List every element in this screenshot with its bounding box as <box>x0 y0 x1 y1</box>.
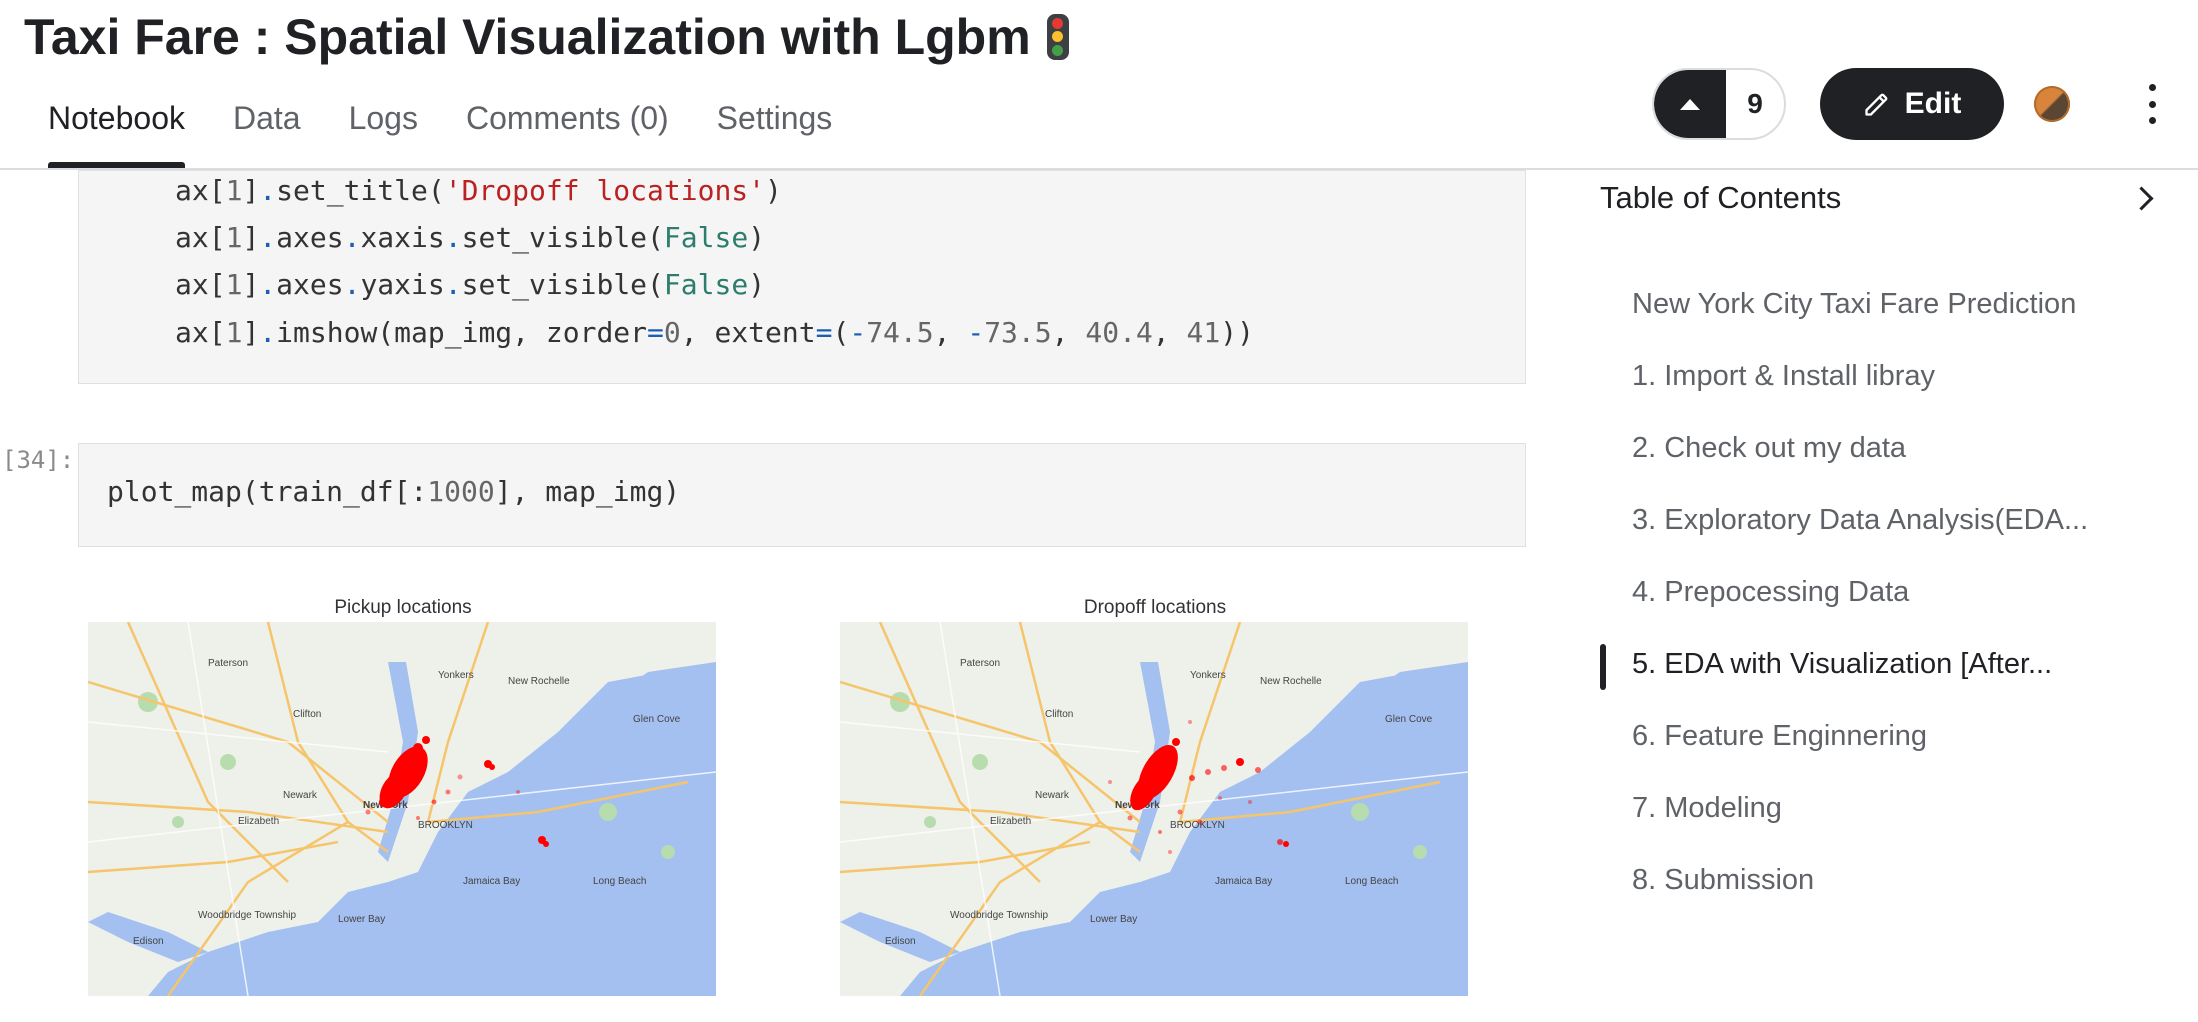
map-label: Elizabeth <box>990 816 1031 827</box>
map-label: BROOKLYN <box>1170 820 1225 831</box>
map-label: New Rochelle <box>1260 676 1322 687</box>
tab-settings[interactable]: Settings <box>717 96 833 168</box>
toc-item[interactable]: New York City Taxi Fare Prediction <box>1632 288 2076 321</box>
map-label: BROOKLYN <box>418 820 473 831</box>
output-plot-pickup: Pickup locations Paterson Yonkers Clifto… <box>88 594 718 996</box>
map-label: Long Beach <box>593 876 646 887</box>
plot-title: Dropoff locations <box>1083 597 1227 618</box>
arrow-up-icon <box>1680 98 1700 110</box>
map-label: Lower Bay <box>1090 914 1137 925</box>
vote-count: 9 <box>1747 88 1763 119</box>
map-label: Edison <box>885 936 916 947</box>
map-label: Lower Bay <box>338 914 385 925</box>
traffic-light-icon <box>1046 14 1069 60</box>
map-image: Paterson Yonkers Clifton New Rochelle Ne… <box>840 622 1468 996</box>
code-line: ax[1].set_title('Dropoff locations') <box>175 174 782 207</box>
map-label: Yonkers <box>438 670 474 681</box>
output-plot-dropoff: Dropoff locations Paterson Yonkers Clift… <box>840 594 1470 996</box>
tab-notebook[interactable]: Notebook <box>48 96 185 168</box>
map-svg: Paterson Yonkers Clifton New Rochelle Ne… <box>840 622 1468 996</box>
toc-item[interactable]: 3. Exploratory Data Analysis(EDA... <box>1632 504 2088 537</box>
notebook-header: Taxi Fare : Spatial Visualization with L… <box>0 0 2198 170</box>
map-label: Newark <box>283 790 318 801</box>
map-svg: Paterson Yonkers Clifton New Rochelle Ne… <box>88 622 716 996</box>
toc-active-indicator <box>1600 644 1606 690</box>
code-cell[interactable]: plot_map(train_df[:1000], map_img) <box>78 443 1526 547</box>
map-label: Newark <box>1035 790 1070 801</box>
chevron-right-icon[interactable] <box>2129 185 2154 211</box>
map-label: Jamaica Bay <box>463 876 520 887</box>
plot-title: Pickup locations <box>334 597 472 618</box>
map-label: Jamaica Bay <box>1215 876 1272 887</box>
map-label: Edison <box>133 936 164 947</box>
tab-data[interactable]: Data <box>233 96 301 168</box>
map-label: Woodbridge Township <box>950 910 1048 921</box>
pencil-icon <box>1864 93 1888 116</box>
map-label: Long Beach <box>1345 876 1398 887</box>
code-string: 'Dropoff locations' <box>444 174 766 207</box>
code-line: plot_map(train_df[:1000], map_img) <box>107 475 681 508</box>
toc-item[interactable]: 8. Submission <box>1632 864 1814 897</box>
toc-item-active[interactable]: 5. EDA with Visualization [After... <box>1632 648 2052 681</box>
map-label: New Rochelle <box>508 676 570 687</box>
avatar[interactable] <box>2034 86 2070 122</box>
map-label: Woodbridge Township <box>198 910 296 921</box>
map-label: Glen Cove <box>633 714 681 725</box>
vote-widget: 9 <box>1652 68 1786 140</box>
toc-item[interactable]: 1. Import & Install libray <box>1632 360 1935 393</box>
page-title-text: Taxi Fare : Spatial Visualization with L… <box>24 9 1031 65</box>
toc-item[interactable]: 4. Prepocessing Data <box>1632 576 1909 609</box>
tab-logs[interactable]: Logs <box>349 96 418 168</box>
tab-bar: Notebook Data Logs Comments (0) Settings <box>48 96 880 168</box>
upvote-button[interactable] <box>1654 70 1726 138</box>
toc-header[interactable]: Table of Contents <box>1600 180 2170 216</box>
toc-title: Table of Contents <box>1600 180 1842 215</box>
map-label: Yonkers <box>1190 670 1226 681</box>
edit-button-label: Edit <box>1904 87 1962 120</box>
map-label: Paterson <box>960 658 1000 669</box>
toc-item[interactable]: 2. Check out my data <box>1632 432 1906 465</box>
cell-prompt: [34]: <box>2 446 75 474</box>
more-options-icon[interactable] <box>2140 84 2164 124</box>
page-title: Taxi Fare : Spatial Visualization with L… <box>24 8 1069 66</box>
map-label: Clifton <box>293 709 321 720</box>
code-line: ax[1].imshow(map_img, zorder=0, extent=(… <box>175 316 1254 349</box>
map-label: Elizabeth <box>238 816 279 827</box>
edit-button[interactable]: Edit <box>1820 68 2004 140</box>
map-label: Glen Cove <box>1385 714 1433 725</box>
code-line: ax[1].axes.yaxis.set_visible(False) <box>175 268 766 301</box>
tab-comments[interactable]: Comments (0) <box>466 96 669 168</box>
map-label: Paterson <box>208 658 248 669</box>
toc-item[interactable]: 7. Modeling <box>1632 792 1782 825</box>
toc-item[interactable]: 6. Feature Enginnering <box>1632 720 1927 753</box>
map-image: Paterson Yonkers Clifton New Rochelle Ne… <box>88 622 716 996</box>
map-label: Clifton <box>1045 709 1073 720</box>
code-line: ax[1].axes.xaxis.set_visible(False) <box>175 221 766 254</box>
code-cell[interactable]: ax[1].set_title('Dropoff locations') ax[… <box>78 170 1526 384</box>
